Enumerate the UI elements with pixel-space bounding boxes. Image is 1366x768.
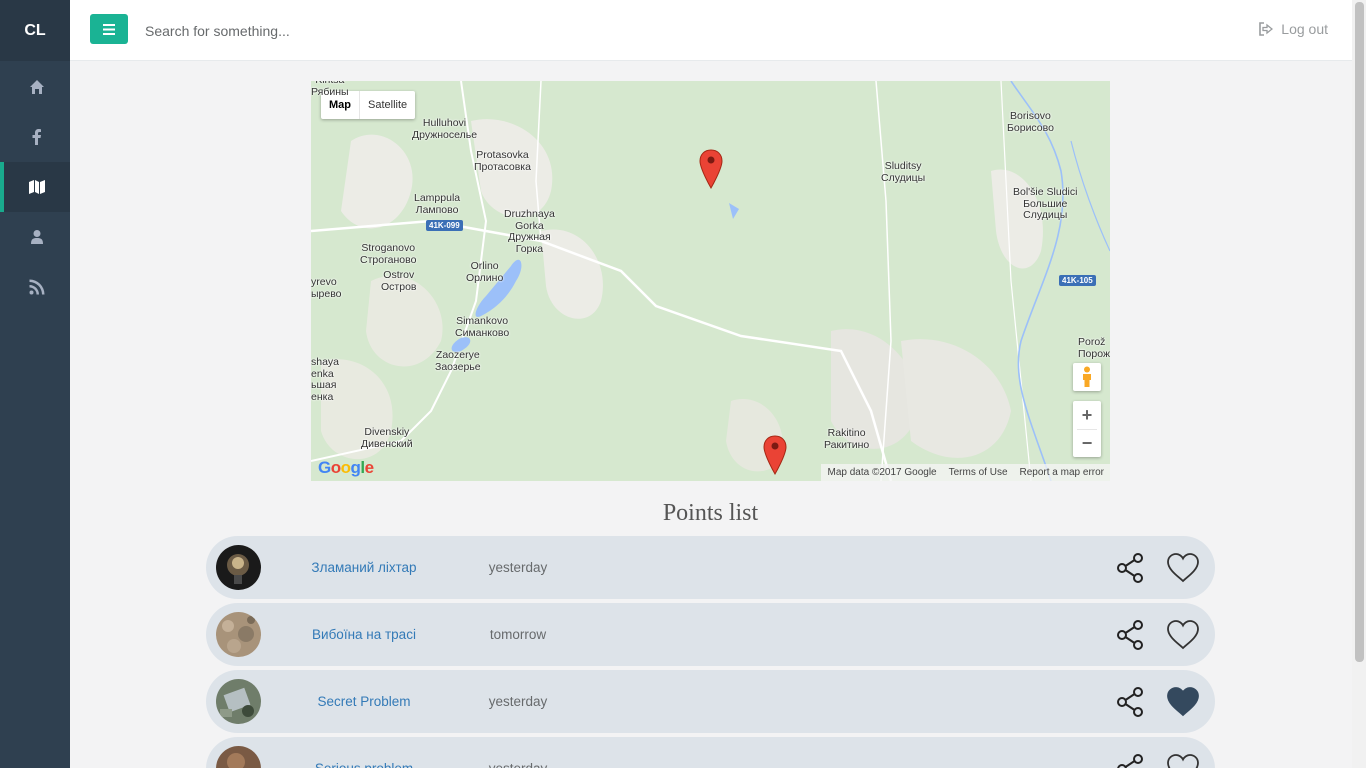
map-place-label: yrevo ырево [311, 276, 342, 300]
search-input[interactable] [145, 18, 645, 44]
point-time: yesterday [478, 737, 558, 768]
point-avatar[interactable] [216, 679, 261, 724]
scrollbar-thumb[interactable] [1355, 2, 1364, 662]
point-name-link[interactable]: Вибоїна на трасі [300, 603, 428, 666]
report-map-error-link[interactable]: Report a map error [1020, 467, 1104, 478]
map-place-label: Protasovka Протасовка [474, 149, 531, 173]
map-place-label: Druzhnaya Gorka Дружная Горка [504, 208, 555, 255]
map-place-label: Stroganovo Строганово [360, 242, 417, 266]
map-place-label: Orlino Орлино [466, 260, 504, 284]
point-name-link[interactable]: Secret Problem [300, 670, 428, 733]
points-list-title: Points list [662, 500, 759, 526]
map-widget[interactable]: Map Satellite Kiritsa Рябины Hulluhovi Д… [311, 81, 1110, 481]
map-marker[interactable] [699, 149, 723, 189]
heart-filled-icon[interactable] [1166, 686, 1200, 718]
sidebar-item-facebook[interactable] [0, 112, 70, 162]
logout-label: Log out [1281, 21, 1328, 37]
map-place-label: Rakitino Ракитино [824, 427, 870, 451]
map-place-label: Lamppula Лампово [414, 192, 461, 216]
map-data-credit: Map data ©2017 Google [827, 467, 937, 478]
map-place-label: Ostrov Остров [381, 269, 417, 293]
share-icon[interactable] [1114, 619, 1146, 651]
page-scrollbar[interactable] [1352, 0, 1366, 768]
menu-toggle-button[interactable] [90, 14, 128, 44]
map-attribution: Map data ©2017 Google Terms of Use Repor… [821, 464, 1110, 481]
street-view-pegman[interactable] [1073, 363, 1101, 391]
zoom-out-button[interactable]: − [1073, 430, 1101, 457]
map-place-label: Simankovo Симанково [455, 315, 510, 339]
top-navbar: Log out [70, 0, 1352, 61]
map-place-label: Sluditsy Слудицы [881, 160, 926, 184]
point-avatar[interactable] [216, 545, 261, 590]
google-logo-text: Google [318, 458, 374, 477]
map-place-label: Borisovo Борисово [1007, 110, 1054, 134]
sidebar-item-user[interactable] [0, 212, 70, 262]
heart-outline-icon[interactable] [1166, 619, 1200, 651]
user-icon [31, 230, 43, 244]
share-icon[interactable] [1114, 686, 1146, 718]
bars-icon [103, 23, 115, 35]
point-time: yesterday [488, 694, 548, 709]
point-time: tomorrow [489, 627, 547, 642]
point-row[interactable]: Вибоїна на трасі tomorrow [206, 603, 1215, 666]
map-place-label: Bol'šie Sludici Большие Слудицы [1013, 186, 1078, 221]
map-place-label: shaya enka ьшая енка [311, 356, 340, 403]
map-place-label: Zaozerye Заозерье [435, 349, 481, 373]
map-place-label: Hulluhovi Дружноселье [412, 117, 478, 141]
map-type-satellite-button[interactable]: Satellite [360, 91, 415, 119]
heart-outline-icon[interactable] [1166, 753, 1200, 768]
point-avatar[interactable] [216, 612, 261, 657]
point-row[interactable]: Secret Problem yesterday [206, 670, 1215, 733]
pegman-icon [1083, 366, 1091, 387]
point-avatar[interactable] [216, 746, 261, 768]
road-number-badge: 41K-099 [426, 220, 463, 231]
point-time: yesterday [488, 560, 548, 575]
map-place-label: Kiritsa Рябины [311, 81, 349, 98]
heart-outline-icon[interactable] [1166, 552, 1200, 584]
point-row[interactable]: Зламаний ліхтар yesterday [206, 536, 1215, 599]
home-icon [30, 80, 44, 94]
point-name-link[interactable]: Serious problem [300, 737, 428, 768]
google-logo: Google [318, 458, 374, 478]
share-icon[interactable] [1114, 552, 1146, 584]
map-marker[interactable] [763, 435, 787, 475]
point-row[interactable]: Serious problem yesterday [206, 737, 1215, 768]
share-icon[interactable] [1114, 753, 1146, 768]
facebook-icon [32, 129, 41, 145]
zoom-in-button[interactable]: + [1073, 401, 1101, 429]
sidebar-item-home[interactable] [0, 62, 70, 112]
point-name-link[interactable]: Зламаний ліхтар [300, 536, 428, 599]
sidebar-item-map[interactable] [0, 162, 70, 212]
sidebar-item-rss[interactable] [0, 262, 70, 312]
road-number-badge: 41K-105 [1059, 275, 1096, 286]
map-icon [29, 180, 45, 194]
zoom-control: + − [1073, 401, 1101, 457]
logout-link[interactable]: Log out [1259, 21, 1328, 37]
map-background [311, 81, 1110, 481]
sidebar: CL [0, 0, 70, 768]
terms-of-use-link[interactable]: Terms of Use [949, 467, 1008, 478]
brand-logo[interactable]: CL [0, 0, 70, 61]
map-place-label: Porož Порож [1078, 336, 1110, 360]
rss-icon [29, 279, 45, 295]
map-place-label: Divenskiy Дивенский [361, 426, 413, 450]
sign-out-icon [1259, 22, 1274, 36]
